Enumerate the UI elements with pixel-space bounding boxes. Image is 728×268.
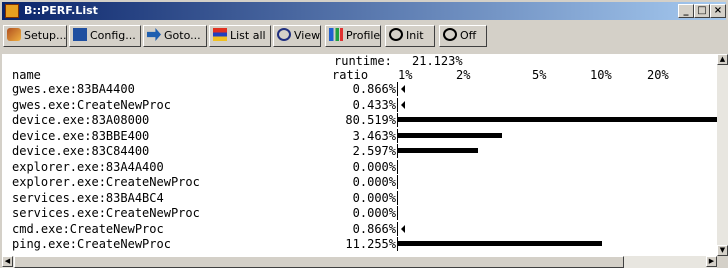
row-ratio: 0.433%	[352, 97, 396, 112]
row-name: cmd.exe:CreateNewProc	[12, 221, 164, 236]
row-name: explorer.exe:CreateNewProc	[12, 175, 200, 189]
bar-axis	[397, 221, 398, 236]
view-button[interactable]: View	[273, 25, 321, 47]
ratio-bar	[398, 132, 503, 138]
perf-list-window: B::PERF.List _ □ × Setup... Config... Go…	[0, 0, 728, 268]
init-button[interactable]: Init	[385, 25, 435, 47]
table-row[interactable]: explorer.exe:83A4A400 0.000%	[2, 159, 717, 174]
table-row[interactable]: ping.exe:CreateNewProc 11.255%	[2, 237, 717, 251]
runtime-value: 21.123%	[412, 54, 463, 68]
bar-axis	[397, 175, 398, 189]
row-ratio: 80.519%	[345, 113, 396, 127]
profile-label: Profile	[346, 29, 381, 42]
row-name: services.exe:83BA4BC4	[12, 190, 164, 205]
init-label: Init	[406, 29, 424, 42]
scroll-up-icon[interactable]: ▲	[717, 54, 728, 65]
horizontal-scroll-thumb[interactable]	[14, 256, 624, 268]
maximize-button[interactable]: □	[694, 4, 710, 18]
table-row[interactable]: gwes.exe:CreateNewProc 0.433%	[2, 97, 717, 112]
ratio-bar	[398, 148, 479, 153]
row-name: device.exe:83BBE400	[12, 128, 150, 143]
view-label: View	[294, 29, 321, 42]
ratio-column-header[interactable]: ratio	[332, 68, 368, 82]
table-row[interactable]: services.exe:83BA4BC4 0.000%	[2, 190, 717, 205]
name-column-header[interactable]: name	[12, 68, 41, 82]
row-ratio: 0.000%	[352, 206, 396, 220]
title-bar[interactable]: B::PERF.List _ □ ×	[2, 2, 726, 20]
tick-20: 20%	[647, 68, 669, 82]
window-title: B::PERF.List	[24, 4, 98, 17]
row-ratio: 3.463%	[352, 128, 396, 143]
scroll-left-icon[interactable]: ◀	[2, 256, 13, 267]
vertical-scrollbar[interactable]: ▲ ▼	[717, 54, 728, 256]
ratio-bar	[398, 241, 602, 246]
tick-5: 5%	[532, 68, 547, 82]
minimize-button[interactable]: _	[678, 4, 694, 18]
ratio-bar	[398, 117, 717, 122]
close-button[interactable]: ×	[710, 4, 726, 18]
table-row[interactable]: gwes.exe:83BA4400 0.866%	[2, 82, 717, 96]
off-icon	[443, 28, 457, 41]
table-row[interactable]: device.exe:83A08000 80.519%	[2, 113, 717, 127]
bar-axis	[397, 97, 398, 112]
bar-axis	[397, 190, 398, 205]
list-icon	[213, 28, 227, 41]
runtime-label: runtime:	[334, 54, 392, 68]
app-icon	[5, 4, 19, 18]
below-scale-arrow-icon	[401, 85, 405, 93]
row-name: device.exe:83C84400	[12, 144, 150, 158]
table-row[interactable]: cmd.exe:CreateNewProc 0.866%	[2, 221, 717, 236]
table-row[interactable]: device.exe:83C84400 2.597%	[2, 144, 717, 158]
row-name: ping.exe:CreateNewProc	[12, 237, 171, 251]
config-label: Config...	[90, 29, 136, 42]
row-ratio: 2.597%	[352, 144, 396, 158]
bar-axis	[397, 82, 398, 96]
table-row[interactable]: services.exe:CreateNewProc 0.000%	[2, 206, 717, 220]
scroll-down-icon[interactable]: ▼	[717, 245, 728, 256]
profile-icon	[329, 28, 343, 41]
off-label: Off	[460, 29, 477, 42]
row-name: gwes.exe:83BA4400	[12, 82, 135, 96]
bar-axis	[397, 206, 398, 220]
tick-10: 10%	[590, 68, 612, 82]
row-name: explorer.exe:83A4A400	[12, 159, 164, 174]
setup-label: Setup...	[24, 29, 67, 42]
setup-icon	[7, 28, 21, 41]
perf-list[interactable]: runtime: 21.123% name ratio 1% 2% 5% 10%…	[2, 54, 717, 256]
horizontal-scrollbar[interactable]: ◀ ▶	[2, 256, 717, 268]
tick-2: 2%	[456, 68, 471, 82]
goto-icon	[147, 28, 161, 41]
bar-axis	[397, 159, 398, 174]
init-icon	[389, 28, 403, 41]
table-row[interactable]: device.exe:83BBE400 3.463%	[2, 128, 717, 143]
row-name: gwes.exe:CreateNewProc	[12, 97, 171, 112]
row-ratio: 11.255%	[345, 237, 396, 251]
row-ratio: 0.000%	[352, 159, 396, 174]
row-ratio: 0.866%	[352, 82, 396, 96]
config-icon	[73, 28, 87, 41]
goto-button[interactable]: Goto...	[143, 25, 207, 47]
config-button[interactable]: Config...	[69, 25, 141, 47]
setup-button[interactable]: Setup...	[3, 25, 67, 47]
row-ratio: 0.000%	[352, 175, 396, 189]
row-name: services.exe:CreateNewProc	[12, 206, 200, 220]
list-all-label: List all	[230, 29, 266, 42]
row-ratio: 0.866%	[352, 221, 396, 236]
profile-button[interactable]: Profile	[325, 25, 381, 47]
tick-1: 1%	[398, 68, 413, 82]
table-row[interactable]: explorer.exe:CreateNewProc 0.000%	[2, 175, 717, 189]
below-scale-arrow-icon	[401, 224, 405, 233]
view-icon	[277, 28, 291, 41]
scroll-right-icon[interactable]: ▶	[706, 256, 717, 267]
below-scale-arrow-icon	[401, 100, 405, 109]
off-button[interactable]: Off	[439, 25, 487, 47]
list-all-button[interactable]: List all	[209, 25, 271, 47]
goto-label: Goto...	[164, 29, 201, 42]
row-ratio: 0.000%	[352, 190, 396, 205]
row-name: device.exe:83A08000	[12, 113, 150, 127]
